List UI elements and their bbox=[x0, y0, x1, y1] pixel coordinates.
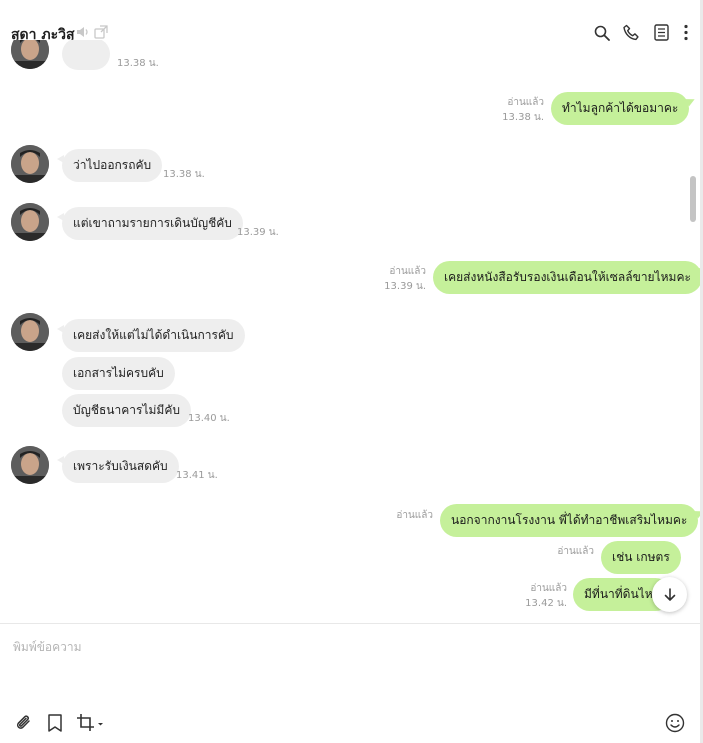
phone-icon[interactable] bbox=[623, 24, 640, 41]
message-bubble-in[interactable]: เพราะรับเงินสดคับ bbox=[57, 450, 179, 483]
avatar[interactable] bbox=[11, 313, 49, 351]
read-receipt: อ่านแล้ว bbox=[557, 546, 594, 557]
message-time: 13.39 น. bbox=[237, 227, 279, 238]
message-bubble-in[interactable]: แต่เขาถามรายการเดินบัญชีคับ bbox=[57, 207, 243, 240]
scrollbar[interactable] bbox=[688, 64, 696, 619]
avatar[interactable] bbox=[11, 40, 49, 69]
crop-icon[interactable] bbox=[76, 713, 104, 733]
mute-icon[interactable] bbox=[76, 26, 90, 38]
message-time: 13.38 น. bbox=[117, 58, 159, 69]
message-time: 13.42 น. bbox=[525, 598, 567, 609]
attach-icon[interactable] bbox=[14, 713, 34, 733]
message-time: 13.38 น. bbox=[163, 169, 205, 180]
message-bubble-out[interactable]: เคยส่งหนังสือรับรองเงินเดือนให้เซลล์ขายไ… bbox=[433, 261, 700, 294]
message-time: 13.39 น. bbox=[384, 281, 426, 292]
message-input[interactable]: พิมพ์ข้อความ bbox=[0, 624, 700, 743]
message-time: 13.41 น. bbox=[176, 470, 218, 481]
more-icon[interactable] bbox=[682, 24, 690, 41]
read-receipt: อ่านแล้ว bbox=[389, 266, 426, 277]
avatar[interactable] bbox=[11, 203, 49, 241]
bookmark-icon[interactable] bbox=[47, 714, 63, 732]
message-bubble-in[interactable]: เคยส่งให้แต่ไม่ได้ดำเนินการคับ bbox=[57, 319, 245, 352]
message-bubble-in[interactable] bbox=[62, 40, 110, 70]
message-time: 13.38 น. bbox=[502, 112, 544, 123]
scroll-to-bottom-button[interactable] bbox=[652, 577, 687, 612]
message-bubble-in[interactable]: บัญชีธนาคารไม่มีคับ bbox=[62, 394, 191, 427]
avatar[interactable] bbox=[11, 145, 49, 183]
avatar[interactable] bbox=[11, 446, 49, 484]
external-window-icon[interactable] bbox=[94, 25, 108, 39]
scroll-down-icon bbox=[663, 587, 677, 602]
scrollbar-thumb[interactable] bbox=[690, 176, 696, 222]
emoji-icon[interactable] bbox=[665, 713, 685, 733]
message-list[interactable]: 13.38 น. อ่านแล้ว 13.38 น. ทำไมลูกค้าได้… bbox=[0, 40, 700, 623]
message-time: 13.40 น. bbox=[188, 413, 230, 424]
read-receipt: อ่านแล้ว bbox=[507, 97, 544, 108]
search-icon[interactable] bbox=[594, 25, 610, 41]
message-bubble-out[interactable]: นอกจากงานโรงงาน พี่ได้ทำอาชีพเสริมไหมคะ bbox=[440, 504, 699, 537]
message-input-placeholder: พิมพ์ข้อความ bbox=[13, 640, 82, 654]
notes-icon[interactable] bbox=[654, 24, 669, 41]
read-receipt: อ่านแล้ว bbox=[396, 510, 433, 521]
message-bubble-out[interactable]: ทำไมลูกค้าได้ขอมาคะ bbox=[551, 92, 690, 125]
message-bubble-out[interactable]: เช่น เกษตร bbox=[601, 541, 681, 574]
message-bubble-in[interactable]: เอกสารไม่ครบคับ bbox=[62, 357, 175, 390]
read-receipt: อ่านแล้ว bbox=[530, 583, 567, 594]
message-bubble-in[interactable]: ว่าไปออกรถคับ bbox=[56, 149, 163, 182]
